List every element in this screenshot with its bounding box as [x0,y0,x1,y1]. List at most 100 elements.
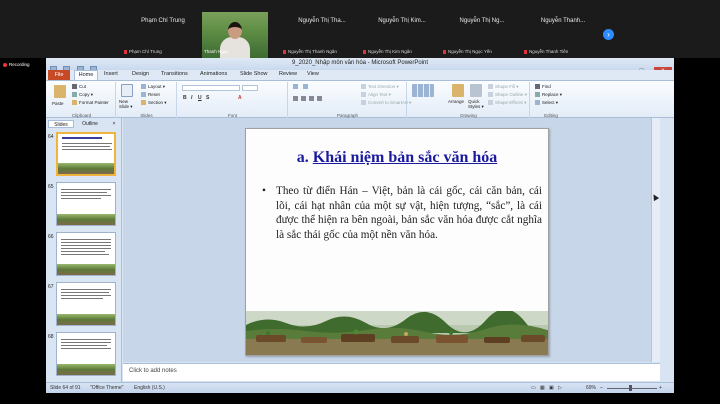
tab-insert[interactable]: Insert [104,71,118,77]
align-center-button[interactable] [301,96,308,101]
sorter-view-icon[interactable]: ▦ [540,385,545,391]
slides-group: New Slide ▾ Layout ▾ Reset Section ▾ Sli… [117,82,177,118]
align-left-icon [293,96,298,101]
replace-icon [535,92,540,97]
language-indicator[interactable]: English (U.S.) [134,385,165,391]
quick-styles-icon[interactable] [470,84,482,97]
participant-tile[interactable]: Nguyễn Thị Ng... Nguyễn Thị Ngọc Yến [443,12,521,56]
participant-tile[interactable]: Nguyễn Thị Kim... Nguyễn Thị Kim Ngân [363,12,441,56]
section-button[interactable]: Section ▾ [141,100,167,106]
slide-thumbnail[interactable] [56,282,116,326]
shapes-gallery[interactable] [412,84,434,97]
current-slide[interactable]: a. Khái niệm bản sắc văn hóa • Theo từ đ… [245,128,549,356]
shape-fill-button[interactable]: Shape Fill ▾ [488,84,519,90]
drawing-group: Arrange Quick Styles ▾ Shape Fill ▾ Shap… [408,82,530,118]
normal-view-icon[interactable]: ▭ [531,385,536,391]
section-icon [141,100,146,105]
font-name-box[interactable] [182,85,240,91]
tab-slides[interactable]: Slides [48,120,74,128]
convert-smartart-button[interactable]: Convert to SmartArt ▾ [361,100,411,106]
new-slide-button[interactable]: New Slide ▾ [119,99,137,110]
align-left-button[interactable] [293,96,300,101]
shape-outline-button[interactable]: Shape Outline ▾ [488,92,527,98]
mic-muted-icon [443,50,446,54]
close-panel-button[interactable]: × [110,120,118,128]
tab-design[interactable]: Design [132,71,149,77]
zoom-out-button[interactable]: – [600,385,603,391]
align-right-icon [309,96,314,101]
numbering-icon [303,84,308,89]
new-slide-icon[interactable] [121,84,133,97]
select-button[interactable]: Select ▾ [535,100,558,106]
theme-name: "Office Theme" [90,385,124,391]
ribbon-tabs: File Home Insert Design Transitions Anim… [46,70,674,80]
numbering-button[interactable] [303,84,310,89]
format-painter-button[interactable]: Format Painter [72,100,109,105]
font-size-box[interactable] [242,85,258,91]
zoom-level[interactable]: 69% [586,385,596,391]
tab-review[interactable]: Review [279,71,297,77]
layout-button[interactable]: Layout ▾ [141,84,165,90]
arrange-button[interactable]: Arrange [448,99,464,104]
reset-button[interactable]: Reset [141,92,160,97]
tab-view[interactable]: View [307,71,319,77]
tab-home[interactable]: Home [74,70,98,80]
ribbon: Paste Cut Copy ▾ Format Painter Clipboar… [46,80,674,118]
align-right-button[interactable] [309,96,316,101]
zoom-slider-thumb[interactable] [629,385,632,391]
participant-name: Nguyễn Thị Kim... [378,18,426,24]
tab-animations[interactable]: Animations [200,71,227,77]
zoom-in-button[interactable]: + [659,385,662,391]
participant-tile[interactable]: Nguyễn Thanh... Nguyễn Thanh Tiền [524,12,602,56]
chevron-right-icon[interactable]: › [603,29,614,40]
slide-thumbnail[interactable] [56,182,116,226]
paste-button[interactable]: Paste [52,101,64,106]
slide-number: 66 [48,234,54,240]
panel-tabs: Slides Outline × [48,120,120,128]
cut-button[interactable]: Cut [72,84,86,89]
notes-pane[interactable]: Click to add notes [123,363,660,381]
find-button[interactable]: Find [535,84,551,89]
window-title: 9_2020_Nhập môn văn hóa - Microsoft Powe… [291,60,429,66]
slide-thumbnail[interactable] [56,332,116,376]
tab-file[interactable]: File [48,70,70,80]
replace-button[interactable]: Replace ▾ [535,92,562,98]
slide-thumbnail[interactable] [56,132,116,176]
font-group: B I U S A Font [178,82,288,118]
justify-button[interactable] [317,96,324,101]
slide-body-text[interactable]: • Theo từ điển Hán – Việt, bản là cái gố… [262,184,542,242]
bold-button[interactable]: B [183,95,187,101]
reading-view-icon[interactable]: ▣ [549,385,554,391]
text-direction-button[interactable]: Text Direction ▾ [361,84,399,90]
clipboard-group: Paste Cut Copy ▾ Format Painter Clipboar… [48,82,116,118]
shape-effects-button[interactable]: Shape Effects ▾ [488,100,526,106]
tab-slide-show[interactable]: Slide Show [240,71,268,77]
italic-button[interactable]: I [191,95,192,101]
participant-name: Nguyễn Thị Tha... [298,18,346,24]
bullets-icon [293,84,298,89]
layout-icon [141,84,146,89]
tab-transitions[interactable]: Transitions [161,71,188,77]
paste-icon[interactable] [54,85,66,98]
quick-styles-button[interactable]: Quick Styles ▾ [468,99,486,110]
align-text-button[interactable]: Align Text ▾ [361,92,391,98]
slide-thumbnail[interactable] [56,232,116,276]
slide-title[interactable]: a. Khái niệm bản sắc văn hóa [246,149,548,167]
vertical-scrollbar[interactable] [651,118,660,362]
font-color-button[interactable]: A [238,95,242,101]
zoom-slider[interactable] [607,388,657,389]
shape-outline-icon [488,92,493,97]
slideshow-view-icon[interactable]: ▷ [558,385,562,391]
participant-tile[interactable]: Phạm Chí Trung Phạm Chí Trung [124,12,202,56]
strikethrough-button[interactable]: S [206,95,209,101]
participant-tile[interactable]: Nguyễn Thị Tha... Nguyễn Thị Thanh Ngân [283,12,361,56]
arrange-icon[interactable] [452,84,464,97]
copy-button[interactable]: Copy ▾ [72,92,93,98]
slide-title-link[interactable]: Khái niệm bản sắc văn hóa [313,149,497,166]
underline-button[interactable]: U [198,95,202,101]
mic-muted-icon [363,50,366,54]
bullets-button[interactable] [293,84,300,89]
floating-market-photo [246,311,548,355]
tab-outline[interactable]: Outline [76,120,104,128]
participant-video-tile[interactable]: Thanh Ngọc [202,12,268,58]
